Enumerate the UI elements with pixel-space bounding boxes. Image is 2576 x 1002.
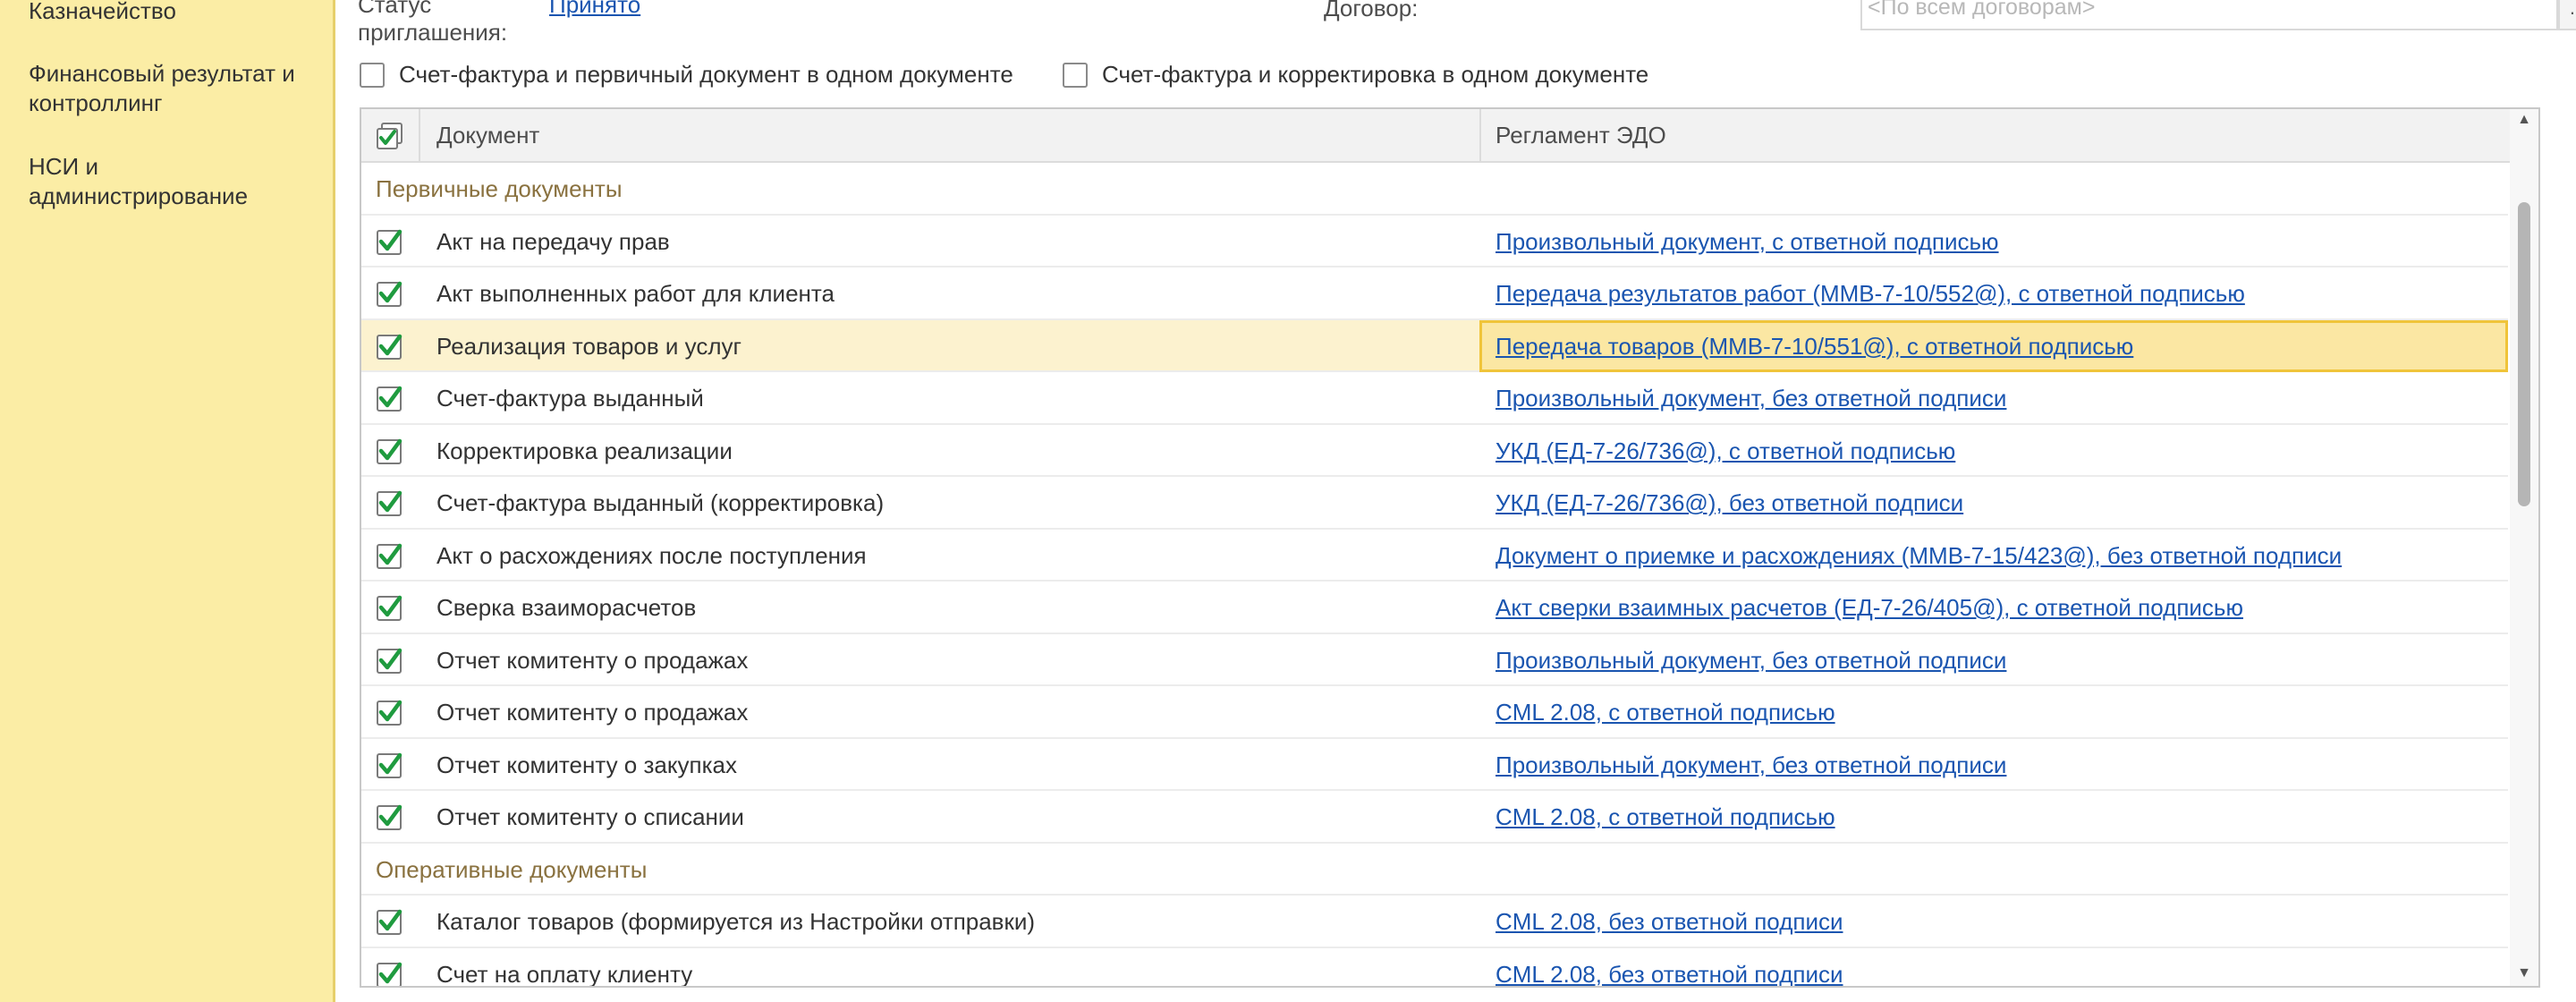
regulation-link[interactable]: Произвольный документ, с ответной подпис… <box>1496 216 1999 267</box>
row-checkbox-checked-icon[interactable] <box>376 384 404 412</box>
document-name: Акт на передачу прав <box>436 227 670 255</box>
column-header-regulation[interactable]: Регламент ЭДО <box>1496 109 1666 161</box>
table-row[interactable]: Акт на передачу прав Произвольный докуме… <box>361 216 2508 267</box>
status-label: Статус приглашения: <box>358 0 508 46</box>
regulation-link[interactable]: CML 2.08, с ответной подписью <box>1496 686 1835 738</box>
table-row[interactable]: Счет на оплату клиенту CML 2.08, без отв… <box>361 948 2508 989</box>
row-checkbox-checked-icon[interactable] <box>376 802 404 831</box>
contract-label: Договор: <box>1324 0 1419 21</box>
row-checkbox-checked-icon[interactable] <box>376 541 404 570</box>
option-invoice-correction-checkbox[interactable] <box>1063 62 1088 88</box>
option-invoice-primary[interactable]: Счет-фактура и первичный документ в одно… <box>360 61 1013 89</box>
document-name: Корректировка реализации <box>436 437 733 464</box>
regulation-link[interactable]: Документ о приемке и расхождениях (ММВ-7… <box>1496 530 2342 582</box>
document-name: Сверка взаиморасчетов <box>436 594 697 621</box>
sidebar-item-nsi-admin[interactable]: НСИ и администрирование <box>29 152 324 211</box>
option-invoice-correction-label: Счет-фактура и корректировка в одном док… <box>1102 61 1649 88</box>
row-checkbox-checked-icon[interactable] <box>376 227 404 256</box>
vertical-scrollbar[interactable]: ▲ ▼ <box>2510 109 2538 986</box>
regulation-link[interactable]: Передача результатов работ (ММВ-7-10/552… <box>1496 267 2245 319</box>
row-checkbox-checked-icon[interactable] <box>376 907 404 936</box>
table-row[interactable]: Отчет комитенту о продажах CML 2.08, с о… <box>361 686 2508 739</box>
document-name: Отчет комитенту о закупках <box>436 751 738 778</box>
table-row[interactable]: Отчет комитенту о закупках Произвольный … <box>361 739 2508 791</box>
table-row[interactable]: Отчет комитенту о продажах Произвольный … <box>361 634 2508 686</box>
sidebar-item-financial-result[interactable]: Финансовый результат и контроллинг <box>29 59 324 118</box>
scrollbar-thumb[interactable] <box>2518 202 2530 506</box>
group-row-primary[interactable]: Первичные документы <box>361 163 2508 216</box>
sidebar-item-treasury[interactable]: Казначейство <box>29 0 324 26</box>
regulation-link[interactable]: Произвольный документ, без ответной подп… <box>1496 634 2006 686</box>
regulation-link[interactable]: Передача товаров (ММВ-7-10/551@), с отве… <box>1496 320 2133 372</box>
regulation-link[interactable]: УКД (ЕД-7-26/736@), с ответной подписью <box>1496 425 1955 477</box>
scroll-up-arrow-icon[interactable]: ▲ <box>2515 111 2533 129</box>
regulation-link[interactable]: CML 2.08, без ответной подписи <box>1496 948 1843 987</box>
regulation-link[interactable]: CML 2.08, с ответной подписью <box>1496 791 1835 843</box>
document-name: Отчет комитенту о списании <box>436 803 744 830</box>
status-link[interactable]: Принято <box>549 0 640 19</box>
row-checkbox-checked-icon[interactable] <box>376 437 404 465</box>
option-invoice-primary-checkbox[interactable] <box>360 62 385 88</box>
group-title: Первичные документы <box>376 175 623 202</box>
table-row[interactable]: Акт выполненных работ для клиента Переда… <box>361 267 2508 320</box>
regulation-link[interactable]: УКД (ЕД-7-26/736@), без ответной подписи <box>1496 477 1963 529</box>
contract-input[interactable]: <По всем договорам> <box>1860 0 2558 30</box>
document-name: Счет на оплату клиенту <box>436 960 693 988</box>
select-all-checkbox-icon[interactable] <box>376 122 404 150</box>
row-checkbox-checked-icon[interactable] <box>376 646 404 675</box>
regulation-link[interactable]: Произвольный документ, без ответной подп… <box>1496 372 2006 424</box>
column-header-document[interactable]: Документ <box>436 109 539 161</box>
table-row[interactable]: Счет-фактура выданный (корректировка) УК… <box>361 477 2508 530</box>
group-row-operational[interactable]: Оперативные документы <box>361 844 2508 896</box>
row-checkbox-checked-icon[interactable] <box>376 593 404 622</box>
document-name: Акт выполненных работ для клиента <box>436 280 835 307</box>
table-row-selected[interactable]: Реализация товаров и услуг Передача това… <box>361 319 2508 372</box>
table-row[interactable]: Каталог товаров (формируется из Настройк… <box>361 896 2508 948</box>
regulation-link[interactable]: Акт сверки взаимных расчетов (ЕД-7-26/40… <box>1496 582 2243 633</box>
document-name: Счет-фактура выданный (корректировка) <box>436 489 885 516</box>
main-content: Статус приглашения: Принято Договор: <По… <box>338 0 2576 1002</box>
table-row[interactable]: Сверка взаиморасчетов Акт сверки взаимны… <box>361 582 2508 634</box>
row-checkbox-checked-icon[interactable] <box>376 698 404 726</box>
group-title: Оперативные документы <box>376 855 648 883</box>
scroll-down-arrow-icon[interactable]: ▼ <box>2515 964 2533 982</box>
document-name: Отчет комитенту о продажах <box>436 646 749 674</box>
row-checkbox-checked-icon[interactable] <box>376 960 404 989</box>
table-row[interactable]: Отчет комитенту о списании CML 2.08, с о… <box>361 791 2508 844</box>
regulation-link[interactable]: Произвольный документ, без ответной подп… <box>1496 739 2006 791</box>
sidebar: Казначейство Финансовый результат и конт… <box>0 0 335 1002</box>
document-name: Каталог товаров (формируется из Настройк… <box>436 908 1036 935</box>
table-body: Первичные документы Акт на передачу прав… <box>361 163 2508 989</box>
table-row[interactable]: Счет-фактура выданный Произвольный докум… <box>361 372 2508 425</box>
row-checkbox-checked-icon[interactable] <box>376 751 404 779</box>
row-checkbox-checked-icon[interactable] <box>376 279 404 308</box>
table-row[interactable]: Корректировка реализации УКД (ЕД-7-26/73… <box>361 425 2508 477</box>
contract-placeholder: <По всем договорам> <box>1868 0 2096 20</box>
row-checkbox-checked-icon[interactable] <box>376 488 404 517</box>
header-separator <box>419 109 420 161</box>
document-name: Акт о расхождениях после поступления <box>436 541 867 569</box>
contract-select-button[interactable]: ... <box>2558 0 2576 30</box>
row-checkbox-checked-icon[interactable] <box>376 332 404 361</box>
table-header: Документ Регламент ЭДО <box>361 109 2538 163</box>
table-row[interactable]: Акт о расхождениях после поступления Док… <box>361 530 2508 582</box>
documents-table: Документ Регламент ЭДО Первичные докумен… <box>360 107 2540 988</box>
document-name: Реализация товаров и услуг <box>436 332 742 360</box>
document-name: Отчет комитенту о продажах <box>436 699 749 726</box>
option-invoice-correction[interactable]: Счет-фактура и корректировка в одном док… <box>1063 61 1648 89</box>
option-invoice-primary-label: Счет-фактура и первичный документ в одно… <box>399 61 1013 88</box>
regulation-link[interactable]: CML 2.08, без ответной подписи <box>1496 896 1843 947</box>
document-name: Счет-фактура выданный <box>436 385 704 412</box>
header-separator <box>1479 109 1481 161</box>
